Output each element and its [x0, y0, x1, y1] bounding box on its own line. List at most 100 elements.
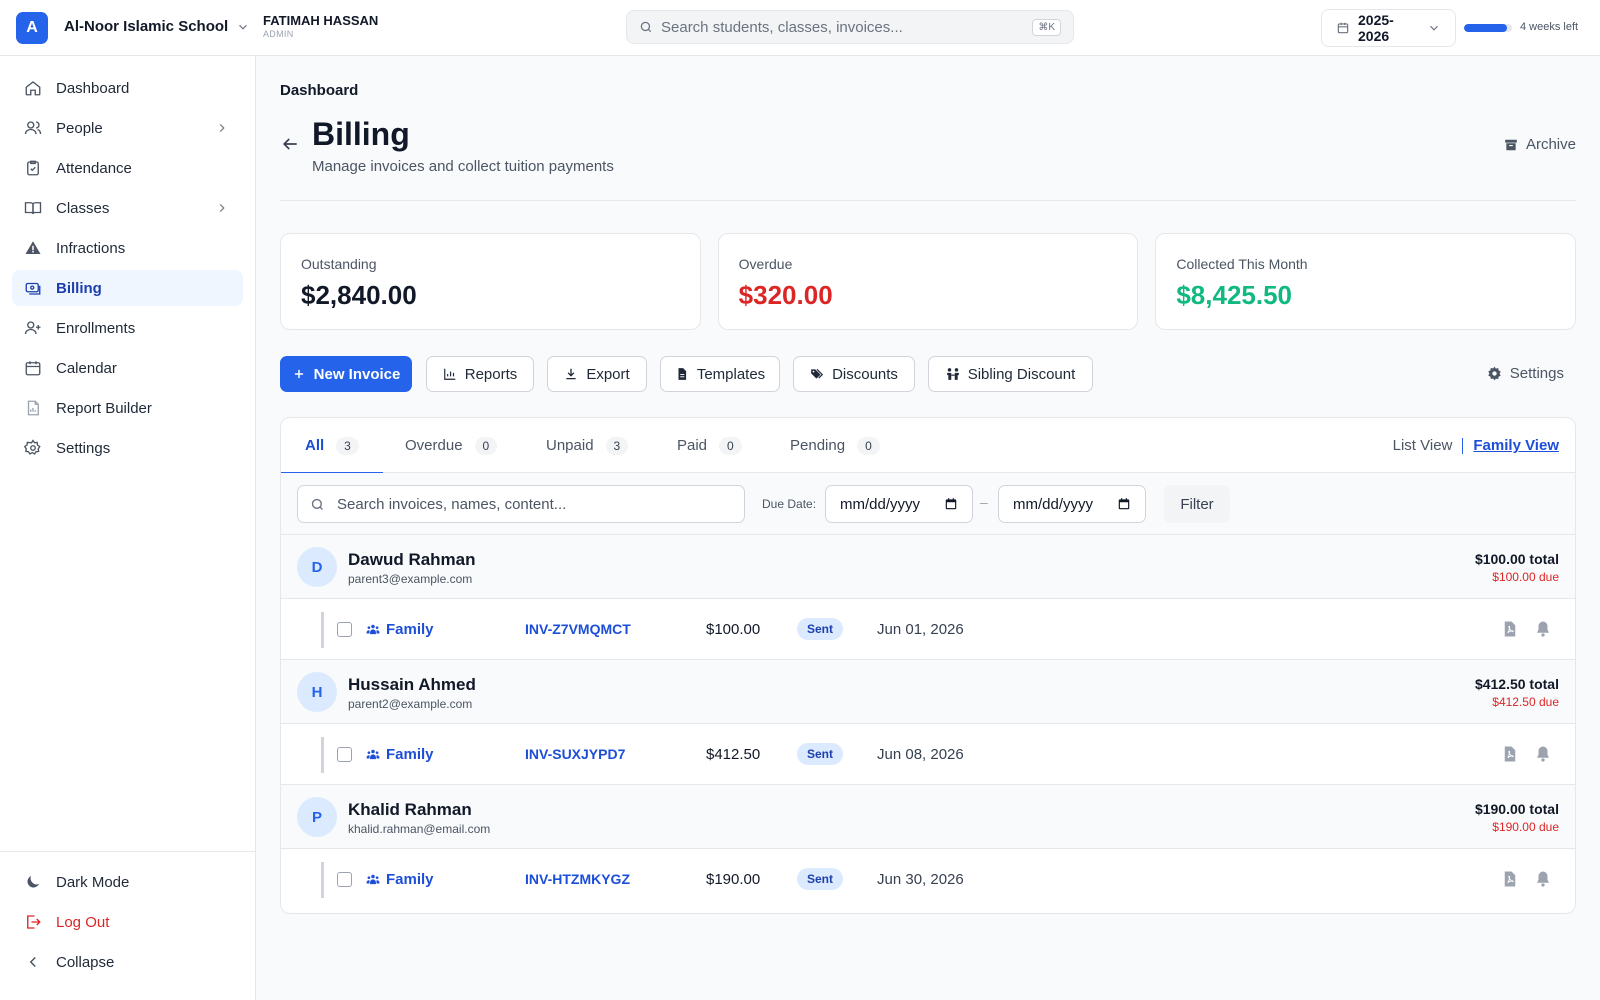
family-total: $412.50 total — [1474, 676, 1559, 692]
tab-count: 0 — [474, 436, 498, 455]
invoice-row: Family INV-SUXJYPD7 $412.50 Sent Jun 08,… — [281, 724, 1575, 785]
settings-label: Settings — [1509, 365, 1564, 382]
list-view-link[interactable]: List View — [1393, 437, 1453, 454]
invoice-type: Family — [366, 746, 434, 763]
reports-button[interactable]: Reports — [426, 356, 534, 392]
dark-mode-toggle[interactable]: Dark Mode — [12, 864, 243, 900]
tab-label: Unpaid — [546, 437, 594, 454]
dark-mode-label: Dark Mode — [56, 873, 130, 891]
sidebar-item-dashboard[interactable]: Dashboard — [12, 70, 243, 106]
invoice-number-link[interactable]: INV-SUXJYPD7 — [525, 746, 625, 762]
status-badge: Sent — [797, 618, 844, 640]
tab-label: All — [305, 437, 325, 454]
bell-icon[interactable] — [1534, 745, 1552, 763]
invoice-type-label: Family — [386, 746, 434, 763]
sidebar-item-label: Attendance — [56, 159, 132, 177]
invoice-checkbox[interactable] — [337, 747, 352, 762]
templates-button[interactable]: Templates — [660, 356, 780, 392]
breadcrumb[interactable]: Dashboard — [280, 82, 358, 99]
sidebar-item-people[interactable]: People — [12, 110, 243, 146]
family-avatar: D — [297, 547, 337, 587]
archive-button[interactable]: Archive — [1504, 136, 1576, 153]
sidebar-item-infractions[interactable]: Infractions — [12, 230, 243, 266]
tab-paid[interactable]: Paid 0 — [677, 418, 742, 473]
book-icon — [24, 199, 42, 217]
templates-label: Templates — [696, 365, 766, 383]
sidebar-item-settings[interactable]: Settings — [12, 430, 243, 466]
discounts-button[interactable]: Discounts — [793, 356, 915, 392]
billing-settings-button[interactable]: Settings — [1487, 365, 1564, 382]
tab-overdue[interactable]: Overdue 0 — [405, 418, 498, 473]
invoice-amount: $100.00 — [706, 621, 761, 638]
due-date-to-input[interactable]: mm/dd/yyyy — [998, 485, 1146, 523]
pdf-icon[interactable] — [1501, 870, 1519, 888]
collapse-sidebar-button[interactable]: Collapse — [12, 944, 243, 980]
bell-icon[interactable] — [1534, 870, 1552, 888]
school-name: Al-Noor Islamic School — [64, 18, 229, 35]
date-from-value: mm/dd/yyyy — [840, 495, 921, 513]
filter-button[interactable]: Filter — [1164, 485, 1230, 523]
invoice-search-input[interactable] — [337, 495, 732, 513]
sidebar-item-billing[interactable]: Billing — [12, 270, 243, 306]
new-invoice-button[interactable]: New Invoice — [280, 356, 412, 392]
family-due: $100.00 due — [1492, 570, 1559, 584]
new-invoice-label: New Invoice — [313, 365, 401, 383]
invoice-number-link[interactable]: INV-HTZMKYGZ — [525, 871, 630, 887]
sidebar-item-classes[interactable]: Classes — [12, 190, 243, 226]
sidebar-item-enrollments[interactable]: Enrollments — [12, 310, 243, 346]
sidebar-item-label: Calendar — [56, 359, 117, 377]
due-date-from-input[interactable]: mm/dd/yyyy — [825, 485, 973, 523]
global-search[interactable]: ⌘K — [626, 10, 1074, 44]
page-title: Billing — [312, 116, 410, 152]
sidebar-item-attendance[interactable]: Attendance — [12, 150, 243, 186]
logout-button[interactable]: Log Out — [12, 904, 243, 940]
invoices-panel: All 3 Overdue 0 Unpaid 3 Paid 0 Pending … — [280, 417, 1576, 914]
invoice-search[interactable] — [297, 485, 745, 523]
family-group-header[interactable]: P Khalid Rahman khalid.rahman@email.com … — [281, 785, 1575, 849]
family-group-header[interactable]: D Dawud Rahman parent3@example.com $100.… — [281, 535, 1575, 599]
invoice-due-date: Jun 30, 2026 — [877, 871, 964, 888]
tab-unpaid[interactable]: Unpaid 3 — [546, 418, 629, 473]
sibling-discount-button[interactable]: Sibling Discount — [928, 356, 1093, 392]
user-name: FATIMAH HASSAN — [263, 13, 379, 28]
calendar-icon — [24, 359, 42, 377]
academic-year-select[interactable]: 2025-2026 — [1321, 9, 1456, 47]
billing-toolbar: New Invoice Reports Export Templates Dis… — [280, 356, 1576, 392]
bell-icon[interactable] — [1534, 620, 1552, 638]
tab-pending[interactable]: Pending 0 — [790, 418, 880, 473]
pdf-icon[interactable] — [1501, 620, 1519, 638]
global-search-input[interactable] — [661, 18, 1033, 36]
term-progress-bar — [1464, 24, 1512, 32]
users-icon — [366, 623, 380, 637]
invoice-number-link[interactable]: INV-Z7VMQMCT — [525, 621, 631, 637]
family-view-link[interactable]: Family View — [1473, 437, 1559, 454]
sidebar: Dashboard People Attendance Classes Infr… — [0, 56, 256, 1000]
export-button[interactable]: Export — [547, 356, 647, 392]
back-arrow-icon[interactable] — [280, 134, 300, 154]
invoice-row: Family INV-HTZMKYGZ $190.00 Sent Jun 30,… — [281, 849, 1575, 910]
invoice-checkbox[interactable] — [337, 872, 352, 887]
due-date-label: Due Date: — [762, 497, 817, 511]
invoice-amount: $412.50 — [706, 746, 761, 763]
invoice-checkbox[interactable] — [337, 622, 352, 637]
chevron-down-icon — [236, 20, 250, 34]
sidebar-item-label: Settings — [56, 439, 111, 457]
gear-icon — [1487, 366, 1502, 381]
reports-label: Reports — [464, 365, 518, 383]
row-indent-bar — [321, 612, 324, 648]
school-switcher[interactable]: Al-Noor Islamic School — [64, 18, 250, 35]
family-group-header[interactable]: H Hussain Ahmed parent2@example.com $412… — [281, 660, 1575, 724]
stat-card-outstanding: Outstanding $2,840.00 — [280, 233, 701, 330]
tab-all[interactable]: All 3 — [281, 418, 383, 474]
pdf-icon[interactable] — [1501, 745, 1519, 763]
logout-label: Log Out — [56, 913, 110, 931]
stat-label: Outstanding — [301, 256, 377, 272]
academic-year-value: 2025-2026 — [1358, 12, 1394, 44]
export-label: Export — [586, 365, 630, 383]
tab-label: Overdue — [405, 437, 463, 454]
bar-chart-icon — [443, 367, 457, 381]
sidebar-item-calendar[interactable]: Calendar — [12, 350, 243, 386]
sidebar-item-report-builder[interactable]: Report Builder — [12, 390, 243, 426]
sidebar-item-label: Dashboard — [56, 79, 130, 97]
invoice-amount: $190.00 — [706, 871, 761, 888]
